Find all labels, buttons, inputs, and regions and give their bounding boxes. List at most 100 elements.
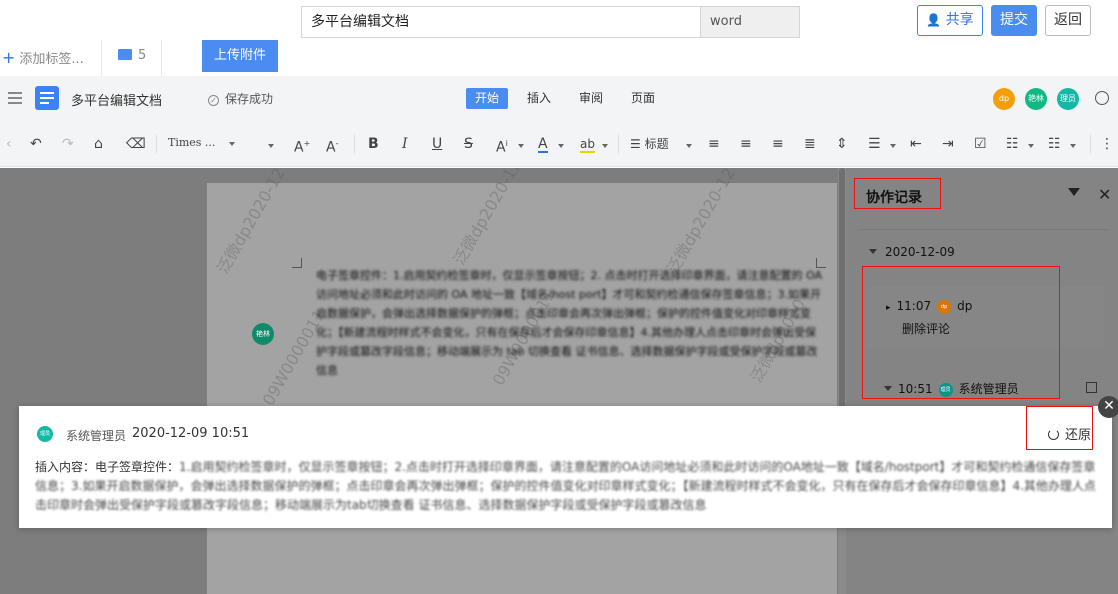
- increase-font-icon[interactable]: A+: [294, 135, 310, 156]
- view-detail-icon[interactable]: [1086, 382, 1097, 393]
- align-center-icon[interactable]: ≡: [740, 135, 752, 153]
- plus-icon: +: [2, 48, 16, 67]
- document-name: 多平台编辑文档: [71, 94, 163, 109]
- divider: [618, 135, 619, 153]
- revision-user: 系统管理员: [66, 429, 127, 443]
- tab-start[interactable]: 开始: [466, 88, 509, 109]
- collaborator-cursor-avatar: 艳林: [252, 323, 274, 345]
- heading-select[interactable]: ☰ 标题: [630, 135, 669, 153]
- revision-content: 插入内容：电子签章控件：1.启用契约检签章时，仅显示签章按钮；2.点击时打开选择…: [35, 458, 1097, 515]
- margin-corner-mark: [292, 258, 302, 268]
- scrollbar-thumb[interactable]: [839, 168, 845, 408]
- more-tools-icon[interactable]: ⋮: [1100, 135, 1114, 153]
- share-button[interactable]: 👤 共享: [917, 5, 983, 36]
- add-tag-label: 添加标签...: [19, 52, 84, 67]
- strikethrough-icon[interactable]: S: [464, 135, 473, 153]
- bold-icon[interactable]: B: [368, 135, 379, 153]
- avatar[interactable]: 艳林: [1025, 88, 1047, 110]
- doc-title-input[interactable]: 多平台编辑文档: [301, 6, 701, 38]
- check-circle-icon: ✓: [208, 95, 219, 106]
- underline-icon[interactable]: U: [432, 135, 442, 153]
- paragraph-spacing-icon[interactable]: ☰: [868, 135, 881, 153]
- revision-detail-popup: 理员 系统管理员 2020-12-09 10:51 还原 插入内容：电子签章控件…: [19, 406, 1112, 528]
- chevron-down-icon: [268, 144, 274, 148]
- chevron-down-icon: [228, 142, 235, 146]
- menu-icon[interactable]: [8, 92, 22, 104]
- history-clock-icon[interactable]: [1095, 91, 1109, 105]
- superscript-icon[interactable]: Ai: [496, 135, 508, 156]
- numbered-list-icon[interactable]: ☷: [1048, 135, 1061, 153]
- decrease-font-icon[interactable]: A-: [326, 135, 338, 156]
- tab-insert[interactable]: 插入: [518, 88, 560, 109]
- close-icon[interactable]: ✕: [1098, 185, 1111, 204]
- chevron-down-icon[interactable]: [602, 135, 608, 153]
- outdent-icon[interactable]: ⇤: [910, 135, 922, 153]
- revision-time: 2020-12-09 10:51: [132, 426, 250, 441]
- add-tag-button[interactable]: + 添加标签...: [2, 48, 84, 67]
- eraser-icon[interactable]: ⌫: [126, 135, 146, 153]
- document-body-text: 电子签章控件：1.启用契约检签章时，仅显示签章按钮；2. 点击时打开选择印章界面…: [316, 269, 822, 377]
- chevron-down-icon[interactable]: [686, 135, 692, 153]
- chevron-down-icon: [869, 249, 877, 254]
- file-extension-field: word: [700, 6, 800, 38]
- close-popup-button[interactable]: ✕: [1098, 396, 1118, 418]
- upload-attachment-button[interactable]: 上传附件: [202, 40, 278, 72]
- editor-header: 多平台编辑文档 ✓ 保存成功 开始 插入 审阅 页面 dp 艳林 理员: [0, 76, 1118, 120]
- scroll-left-icon[interactable]: ‹: [6, 135, 12, 153]
- checklist-icon[interactable]: ☑: [974, 135, 987, 153]
- date-group-label: 2020-12-09: [885, 245, 955, 259]
- back-button[interactable]: 返回: [1045, 5, 1091, 36]
- font-color-icon[interactable]: A: [538, 135, 548, 153]
- avatar: 理员: [37, 426, 53, 442]
- save-status-label: 保存成功: [225, 92, 274, 106]
- redo-icon[interactable]: ↷: [62, 135, 74, 153]
- top-bar: 多平台编辑文档 word 👤 共享 提交 返回: [0, 0, 1118, 40]
- formatting-toolbar: ‹ ↶ ↷ ⌂ ⌫ Times ... A+ A- B I U S Ai A a…: [0, 120, 1118, 167]
- bullet-list-icon[interactable]: ☷: [1006, 135, 1019, 153]
- align-left-icon[interactable]: ≡: [708, 135, 720, 153]
- font-family-select[interactable]: Times ...: [168, 136, 235, 149]
- folder-icon: [118, 49, 132, 60]
- highlight-box: [862, 266, 1060, 399]
- divider: [858, 229, 1108, 230]
- ribbon-tabs: 开始 插入 审阅 页面: [466, 88, 674, 109]
- tab-review[interactable]: 审阅: [570, 88, 612, 109]
- revision-content-text: 1.启用契约检签章时，仅显示签章按钮；2.点击时打开选择印章界面，请注意配置的O…: [35, 460, 1096, 512]
- highlight-box: [854, 178, 941, 209]
- divider: [101, 40, 102, 76]
- save-status: ✓ 保存成功: [208, 90, 273, 107]
- undo-icon[interactable]: ↶: [30, 135, 42, 153]
- divider: [354, 135, 355, 153]
- filter-icon[interactable]: [1068, 188, 1080, 200]
- format-painter-icon[interactable]: ⌂: [94, 135, 103, 153]
- attachment-bar: + 添加标签... 5 上传附件: [0, 40, 1118, 76]
- tab-page[interactable]: 页面: [622, 88, 664, 109]
- indent-icon[interactable]: ⇥: [942, 135, 954, 153]
- share-button-label: 共享: [945, 12, 974, 28]
- divider: [156, 135, 157, 153]
- collaboration-panel: 协作记录 ✕ 2020-12-09 ▸ 11:07 dp dp 删除评论 10:51 理…: [846, 168, 1118, 594]
- align-justify-icon[interactable]: ≣: [804, 135, 816, 153]
- highlight-icon[interactable]: ab: [580, 135, 595, 153]
- font-family-value: Times ...: [168, 136, 216, 149]
- align-right-icon[interactable]: ≡: [772, 135, 784, 153]
- chevron-down-icon[interactable]: [558, 135, 564, 153]
- document-workspace: 泛微dp2020-12 泛微dp2020-12-09 泛微dp2020-12 0…: [0, 168, 846, 594]
- submit-button[interactable]: 提交: [991, 5, 1037, 36]
- divider: [1090, 135, 1091, 153]
- revision-content-label: 插入内容：电子签章控件：: [35, 460, 180, 474]
- line-spacing-icon[interactable]: ⇕: [836, 135, 848, 153]
- chevron-down-icon[interactable]: [1028, 135, 1034, 153]
- font-size-select[interactable]: [268, 135, 274, 153]
- attachments-folder[interactable]: 5: [118, 48, 146, 63]
- avatar[interactable]: 理员: [1057, 88, 1079, 110]
- avatar[interactable]: dp: [993, 88, 1015, 110]
- date-group-header[interactable]: 2020-12-09: [869, 245, 955, 259]
- chevron-down-icon[interactable]: [890, 135, 896, 153]
- italic-icon[interactable]: I: [402, 135, 408, 153]
- document-page[interactable]: [207, 183, 837, 594]
- chevron-down-icon[interactable]: [518, 135, 524, 153]
- divider: [161, 40, 162, 76]
- chevron-down-icon[interactable]: [1070, 135, 1076, 153]
- attachments-count: 5: [138, 48, 147, 63]
